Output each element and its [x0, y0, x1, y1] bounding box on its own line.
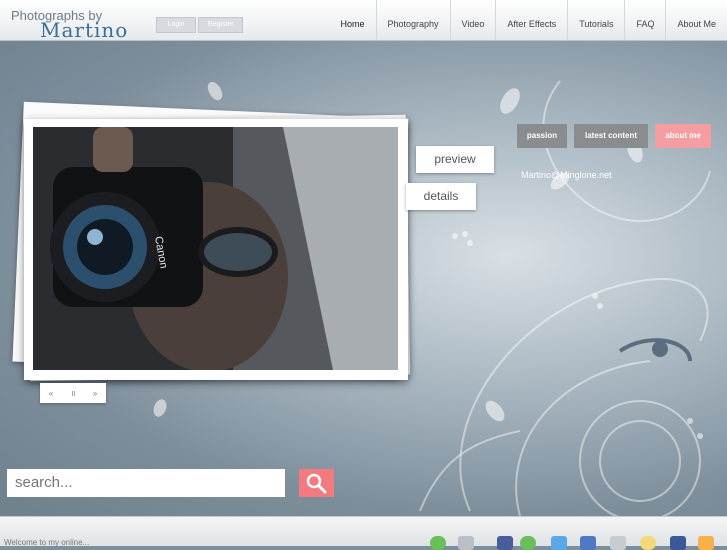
nav-after-effects[interactable]: After Effects — [495, 0, 567, 40]
next-slide-icon[interactable]: » — [93, 389, 97, 398]
reddit-icon[interactable] — [610, 536, 626, 550]
register-button[interactable]: Register — [198, 17, 243, 33]
tab-about-me[interactable]: about me — [655, 124, 711, 148]
nav-faq[interactable]: FAQ — [624, 0, 665, 40]
search-input[interactable] — [7, 469, 285, 497]
myspace-icon[interactable] — [580, 536, 596, 550]
contact-email[interactable]: Martino@Mingione.net — [521, 170, 612, 180]
share-icon[interactable] — [430, 536, 446, 550]
tab-passion[interactable]: passion — [517, 124, 567, 148]
delicious-icon[interactable] — [497, 536, 513, 550]
tab-latest-content[interactable]: latest content — [574, 124, 648, 148]
nav-video[interactable]: Video — [449, 0, 496, 40]
evernote-icon[interactable] — [520, 536, 536, 550]
search-icon — [306, 473, 327, 494]
preview-button[interactable]: preview — [416, 146, 494, 173]
pause-slideshow-icon[interactable]: ॥ — [71, 388, 76, 399]
nav-about-me[interactable]: About Me — [665, 0, 727, 40]
twitter-icon[interactable] — [551, 536, 567, 550]
footer-welcome-text: Welcome to my online... — [4, 538, 90, 547]
nav-home[interactable]: Home — [329, 0, 375, 40]
stumbleupon-icon[interactable] — [640, 536, 656, 550]
previous-slide-icon[interactable]: « — [49, 389, 53, 398]
nav-photography[interactable]: Photography — [375, 0, 450, 40]
photographer-with-camera-image: Canon — [33, 127, 398, 370]
rss-icon[interactable] — [698, 536, 714, 550]
search-button[interactable] — [299, 469, 334, 497]
featured-photo[interactable]: Canon — [33, 127, 398, 370]
slideshow-controls: « ॥ » — [40, 383, 106, 403]
login-button[interactable]: Login — [156, 17, 196, 33]
featured-photo-frame[interactable]: Canon — [24, 119, 408, 380]
details-button[interactable]: details — [406, 183, 476, 210]
nav-tutorials[interactable]: Tutorials — [567, 0, 624, 40]
logo-title[interactable]: Martino — [40, 18, 128, 42]
facebook-icon[interactable] — [670, 536, 686, 550]
bookmark-icon[interactable] — [458, 536, 474, 550]
site-header: Photographs by Martino Login Register Ho… — [0, 0, 727, 42]
main-nav: Home Photography Video After Effects Tut… — [329, 0, 727, 40]
